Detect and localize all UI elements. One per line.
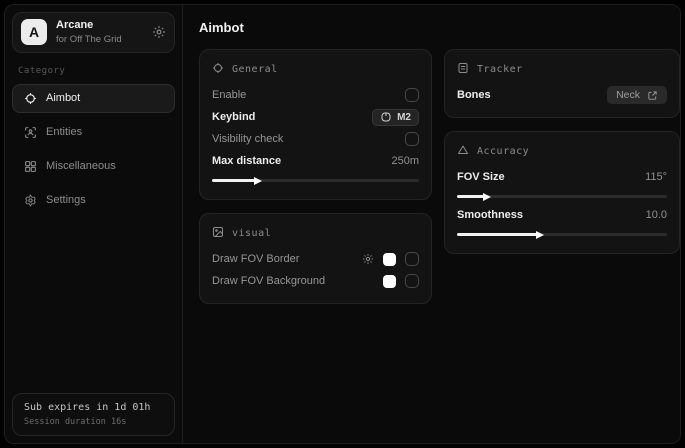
app-window: A Arcane for Off The Grid Category Aimbo	[4, 4, 681, 444]
smoothness-row: Smoothness 10.0	[457, 204, 667, 226]
gear-icon[interactable]	[362, 253, 374, 265]
max-distance-label: Max distance	[212, 155, 281, 167]
visibility-check-checkbox[interactable]	[405, 132, 419, 146]
keybind-label: Keybind	[212, 111, 255, 123]
app-header-card: A Arcane for Off The Grid	[12, 12, 175, 53]
enable-row: Enable	[212, 84, 419, 106]
app-name: Arcane	[56, 19, 143, 33]
sub-expires-text: Sub expires in 1d 01h	[24, 402, 163, 413]
bones-value: Neck	[616, 89, 640, 101]
app-logo: A	[21, 19, 47, 45]
sidebar-item-label: Miscellaneous	[46, 160, 116, 172]
visual-card-header: visual	[212, 226, 419, 241]
draw-fov-background-label: Draw FOV Background	[212, 275, 325, 287]
draw-fov-background-row: Draw FOV Background	[212, 270, 419, 292]
app-title-block: Arcane for Off The Grid	[56, 19, 143, 46]
fov-size-label: FOV Size	[457, 171, 505, 183]
fov-size-row: FOV Size 115°	[457, 166, 667, 188]
sidebar-item-label: Aimbot	[46, 92, 80, 104]
visibility-check-row: Visibility check	[212, 128, 419, 150]
accuracy-card-header: Accuracy	[457, 144, 667, 159]
max-distance-value: 250m	[391, 155, 419, 167]
settings-gear-icon	[23, 194, 37, 207]
smoothness-slider[interactable]	[457, 233, 667, 236]
slider-thumb[interactable]	[536, 231, 544, 239]
crosshair-icon	[23, 92, 37, 105]
app-subtitle: for Off The Grid	[56, 34, 143, 46]
sidebar-item-aimbot[interactable]: Aimbot	[12, 84, 175, 113]
main-panel: Aimbot General	[183, 5, 681, 443]
draw-fov-border-checkbox[interactable]	[405, 252, 419, 266]
draw-fov-border-row: Draw FOV Border	[212, 248, 419, 270]
grid-icon	[23, 160, 37, 173]
sidebar-item-label: Entities	[46, 126, 82, 138]
smoothness-value: 10.0	[646, 209, 667, 221]
sidebar-item-label: Settings	[46, 194, 86, 206]
accuracy-card: Accuracy FOV Size 115° Smoothness 10.0	[444, 131, 680, 254]
person-scan-icon	[23, 126, 37, 139]
visibility-check-label: Visibility check	[212, 133, 283, 145]
tracker-card-header: Tracker	[457, 62, 667, 77]
tracker-card: Tracker Bones Neck	[444, 49, 680, 118]
enable-checkbox[interactable]	[405, 88, 419, 102]
keybind-row: Keybind M2	[212, 106, 419, 128]
subscription-info-card: Sub expires in 1d 01h Session duration 1…	[12, 393, 175, 436]
expand-icon	[647, 90, 658, 101]
session-duration-text: Session duration 16s	[24, 417, 163, 427]
slider-thumb[interactable]	[254, 177, 262, 185]
bones-select-button[interactable]: Neck	[607, 86, 667, 104]
keybind-button[interactable]: M2	[372, 109, 419, 126]
fov-size-value: 115°	[645, 171, 667, 183]
sidebar-item-entities[interactable]: Entities	[12, 118, 175, 147]
smoothness-label: Smoothness	[457, 209, 523, 221]
category-label: Category	[18, 66, 169, 76]
mouse-icon	[380, 112, 392, 122]
draw-fov-background-checkbox[interactable]	[405, 274, 419, 288]
gear-icon[interactable]	[152, 25, 166, 39]
image-icon	[212, 226, 224, 241]
sidebar-item-miscellaneous[interactable]: Miscellaneous	[12, 152, 175, 181]
crosshair-icon	[212, 62, 224, 77]
fov-size-slider[interactable]	[457, 195, 667, 198]
draw-fov-border-label: Draw FOV Border	[212, 253, 299, 265]
bones-row: Bones Neck	[457, 84, 667, 106]
enable-label: Enable	[212, 89, 246, 101]
slider-thumb[interactable]	[483, 193, 491, 201]
keybind-value: M2	[397, 112, 411, 123]
sidebar: A Arcane for Off The Grid Category Aimbo	[5, 5, 183, 443]
general-card: General Enable Keybind	[199, 49, 432, 200]
sidebar-item-settings[interactable]: Settings	[12, 186, 175, 215]
general-card-header: General	[212, 62, 419, 77]
triangle-icon	[457, 144, 469, 159]
page-title: Aimbot	[199, 20, 680, 35]
max-distance-slider[interactable]	[212, 179, 419, 182]
bones-label: Bones	[457, 89, 491, 101]
max-distance-row: Max distance 250m	[212, 150, 419, 172]
fov-background-color-swatch[interactable]	[383, 275, 396, 288]
visual-card: visual Draw FOV Border	[199, 213, 432, 304]
tracker-icon	[457, 62, 469, 77]
fov-border-color-swatch[interactable]	[383, 253, 396, 266]
